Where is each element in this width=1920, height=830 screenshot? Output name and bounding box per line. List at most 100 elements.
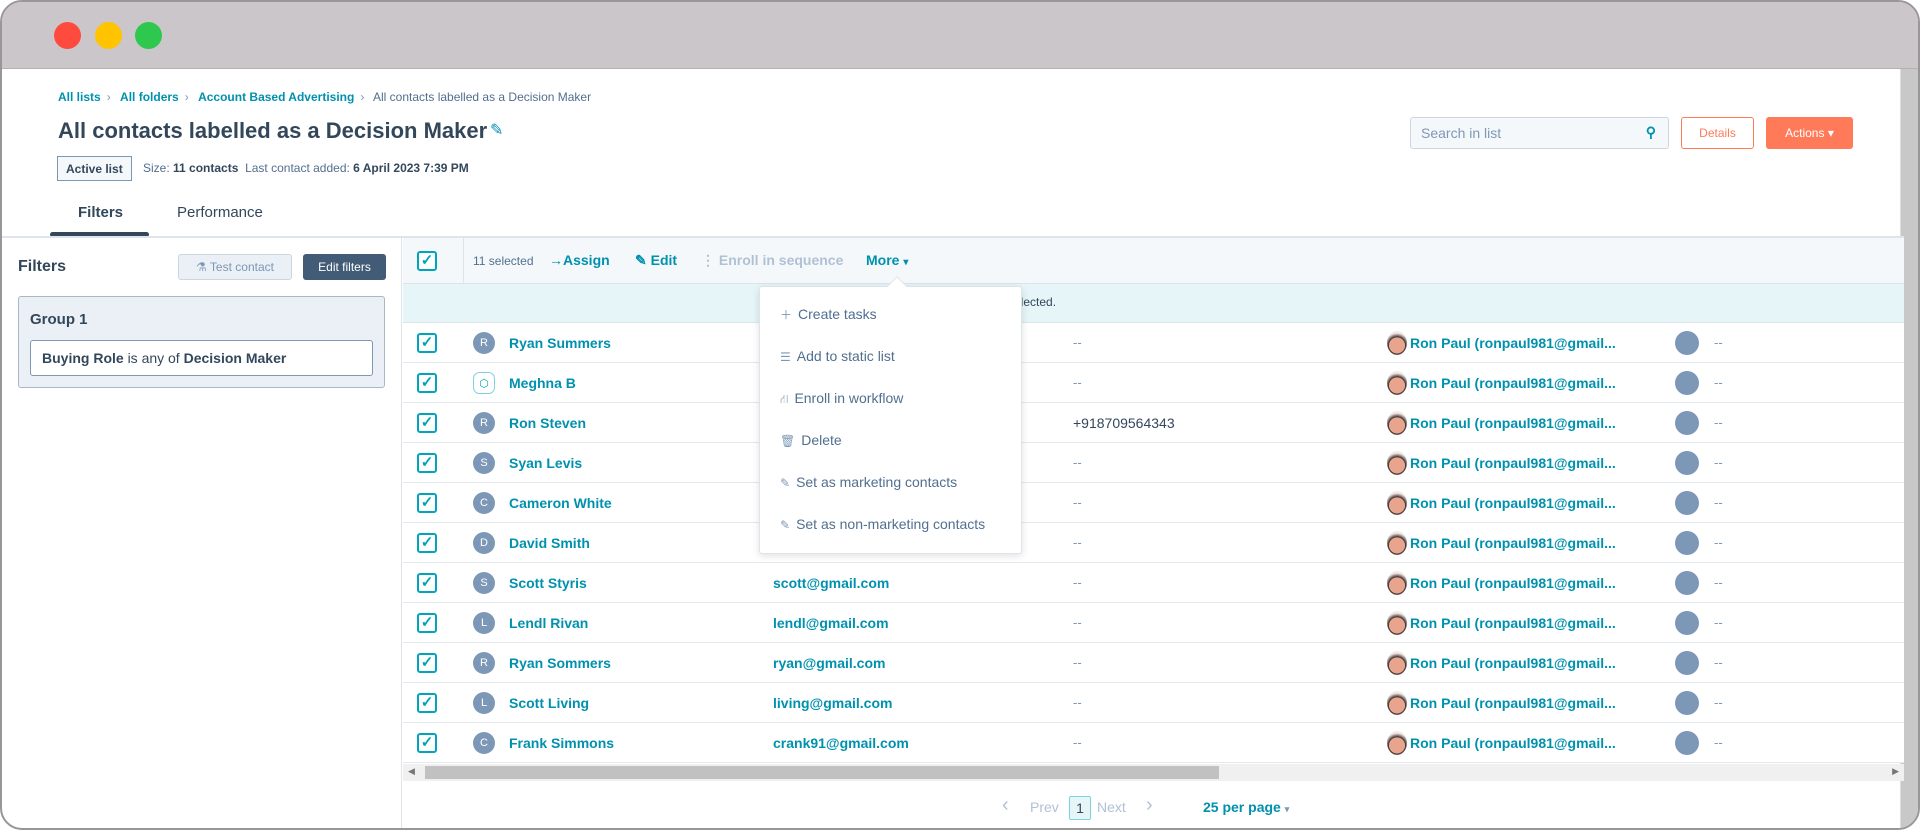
page-1-button[interactable]: 1 [1069,796,1091,820]
owner-link[interactable]: Ron Paul (ronpaul981@gmail... [1410,695,1616,711]
contact-name-link[interactable]: Ryan Sommers [509,655,611,671]
table-row[interactable]: ✓ C Frank Simmons crank91@gmail.com -- Ro… [403,723,1904,763]
minimize-window-button[interactable] [95,22,122,49]
placeholder-avatar [1675,571,1699,595]
breadcrumb-current: All contacts labelled as a Decision Make… [373,90,592,104]
placeholder-avatar [1675,371,1699,395]
chevron-left-icon[interactable]: ‹ [1002,794,1009,817]
row-checkbox[interactable]: ✓ [417,533,437,553]
table-row[interactable]: ✓ L Scott Living living@gmail.com -- Ron … [403,683,1904,723]
contact-name-link[interactable]: David Smith [509,535,590,551]
row-checkbox[interactable]: ✓ [417,653,437,673]
contact-email[interactable]: crank91@gmail.com [773,735,909,751]
chevron-right-icon[interactable]: › [1146,794,1153,817]
empty-value: -- [1714,655,1723,670]
owner-link[interactable]: Ron Paul (ronpaul981@gmail... [1410,575,1616,591]
edit-filters-button[interactable]: Edit filters [303,254,386,280]
empty-value: -- [1714,695,1723,710]
placeholder-avatar [1675,531,1699,555]
menu-create-tasks[interactable]: ＋ Create tasks [780,306,877,323]
actions-button[interactable]: Actions ▾ [1766,117,1853,149]
breadcrumb-folder[interactable]: Account Based Advertising [198,90,354,104]
table-row[interactable]: ✓ ⬡ Meghna B -- Ron Paul (ronpaul981@gmai… [403,363,1904,403]
table-row[interactable]: ✓ R Ryan Summers -- Ron Paul (ronpaul981@… [403,323,1904,363]
owner-link[interactable]: Ron Paul (ronpaul981@gmail... [1410,535,1616,551]
active-list-badge: Active list [57,156,132,181]
row-checkbox[interactable]: ✓ [417,333,437,353]
contact-name-link[interactable]: Ron Steven [509,415,586,431]
contact-name-link[interactable]: Scott Living [509,695,589,711]
table-row[interactable]: ✓ R Ron Steven +918709564343 Ron Paul (ro… [403,403,1904,443]
row-checkbox[interactable]: ✓ [417,573,437,593]
edit-title-pencil-icon[interactable]: ✎ [490,120,503,140]
owner-avatar [1387,611,1407,635]
owner-link[interactable]: Ron Paul (ronpaul981@gmail... [1410,335,1616,351]
row-checkbox[interactable]: ✓ [417,733,437,753]
scroll-right-icon[interactable]: ▶ [1892,766,1899,777]
contact-name-link[interactable]: Frank Simmons [509,735,614,751]
menu-set-non-marketing[interactable]: ✎ Set as non-marketing contacts [780,516,985,532]
placeholder-avatar [1675,731,1699,755]
tab-performance[interactable]: Performance [177,204,263,221]
caret-down-icon: ▾ [1827,126,1834,140]
table-row[interactable]: ✓ R Ryan Sommers ryan@gmail.com -- Ron Pa… [403,643,1904,683]
horizontal-scrollbar[interactable]: ◀ ▶ [403,764,1904,781]
filter-rule[interactable]: Buying Role is any of Decision Maker [30,340,373,376]
per-page-select[interactable]: 25 per page ▾ [1203,799,1289,815]
contact-name-link[interactable]: Cameron White [509,495,612,511]
contact-avatar: S [473,452,495,474]
contact-name-link[interactable]: Scott Styris [509,575,587,591]
menu-delete[interactable]: 🗑 Delete [780,432,842,448]
table-row[interactable]: ✓ C Cameron White -- Ron Paul (ronpaul981… [403,483,1904,523]
edit-button[interactable]: ✎ Edit [635,252,677,269]
menu-enroll-in-workflow[interactable]: ⛙ Enroll in workflow [780,390,903,408]
row-checkbox[interactable]: ✓ [417,453,437,473]
menu-set-marketing[interactable]: ✎ Set as marketing contacts [780,474,957,490]
owner-link[interactable]: Ron Paul (ronpaul981@gmail... [1410,655,1616,671]
row-checkbox[interactable]: ✓ [417,693,437,713]
contact-name-link[interactable]: Lendl Rivan [509,615,588,631]
contact-name-link[interactable]: Syan Levis [509,455,582,471]
owner-link[interactable]: Ron Paul (ronpaul981@gmail... [1410,415,1616,431]
owner-link[interactable]: Ron Paul (ronpaul981@gmail... [1410,615,1616,631]
owner-avatar [1387,651,1407,675]
contact-email[interactable]: living@gmail.com [773,695,892,711]
scrollbar-thumb[interactable] [425,766,1219,779]
breadcrumb-all-lists[interactable]: All lists [58,90,101,104]
selection-info-bar: selected. [403,284,1904,323]
next-button[interactable]: Next [1097,799,1126,815]
owner-link[interactable]: Ron Paul (ronpaul981@gmail... [1410,375,1616,391]
sequence-icon: ⋮ [701,252,715,268]
table-row[interactable]: ✓ L Lendl Rivan lendl@gmail.com -- Ron Pa… [403,603,1904,643]
contact-avatar: C [473,492,495,514]
owner-link[interactable]: Ron Paul (ronpaul981@gmail... [1410,455,1616,471]
assign-button[interactable]: →Assign [549,252,610,268]
search-input[interactable]: Search in list ⚲ [1410,117,1669,149]
prev-button[interactable]: Prev [1030,799,1059,815]
owner-link[interactable]: Ron Paul (ronpaul981@gmail... [1410,735,1616,751]
table-row[interactable]: ✓ S Scott Styris scott@gmail.com -- Ron P… [403,563,1904,603]
contact-email[interactable]: ryan@gmail.com [773,655,885,671]
tab-filters[interactable]: Filters [78,204,123,221]
test-contact-button[interactable]: ⚗ Test contact [178,254,292,280]
contact-email[interactable]: scott@gmail.com [773,575,889,591]
row-checkbox[interactable]: ✓ [417,413,437,433]
table-row[interactable]: ✓ S Syan Levis -- Ron Paul (ronpaul981@gm… [403,443,1904,483]
contact-name-link[interactable]: Ryan Summers [509,335,611,351]
row-checkbox[interactable]: ✓ [417,373,437,393]
owner-link[interactable]: Ron Paul (ronpaul981@gmail... [1410,495,1616,511]
scroll-left-icon[interactable]: ◀ [408,766,415,777]
close-window-button[interactable] [54,22,81,49]
contact-name-link[interactable]: Meghna B [509,375,576,391]
details-button[interactable]: Details [1681,117,1754,149]
enroll-sequence-button[interactable]: ⋮ Enroll in sequence [701,252,843,269]
breadcrumb-all-folders[interactable]: All folders [120,90,179,104]
more-button[interactable]: More ▾ [866,252,908,268]
row-checkbox[interactable]: ✓ [417,493,437,513]
maximize-window-button[interactable] [135,22,162,49]
table-row[interactable]: ✓ D David Smith -- Ron Paul (ronpaul981@g… [403,523,1904,563]
row-checkbox[interactable]: ✓ [417,613,437,633]
contact-email[interactable]: lendl@gmail.com [773,615,889,631]
select-all-checkbox[interactable]: ✓ [417,251,437,271]
menu-add-to-static-list[interactable]: ☰ Add to static list [780,348,895,364]
